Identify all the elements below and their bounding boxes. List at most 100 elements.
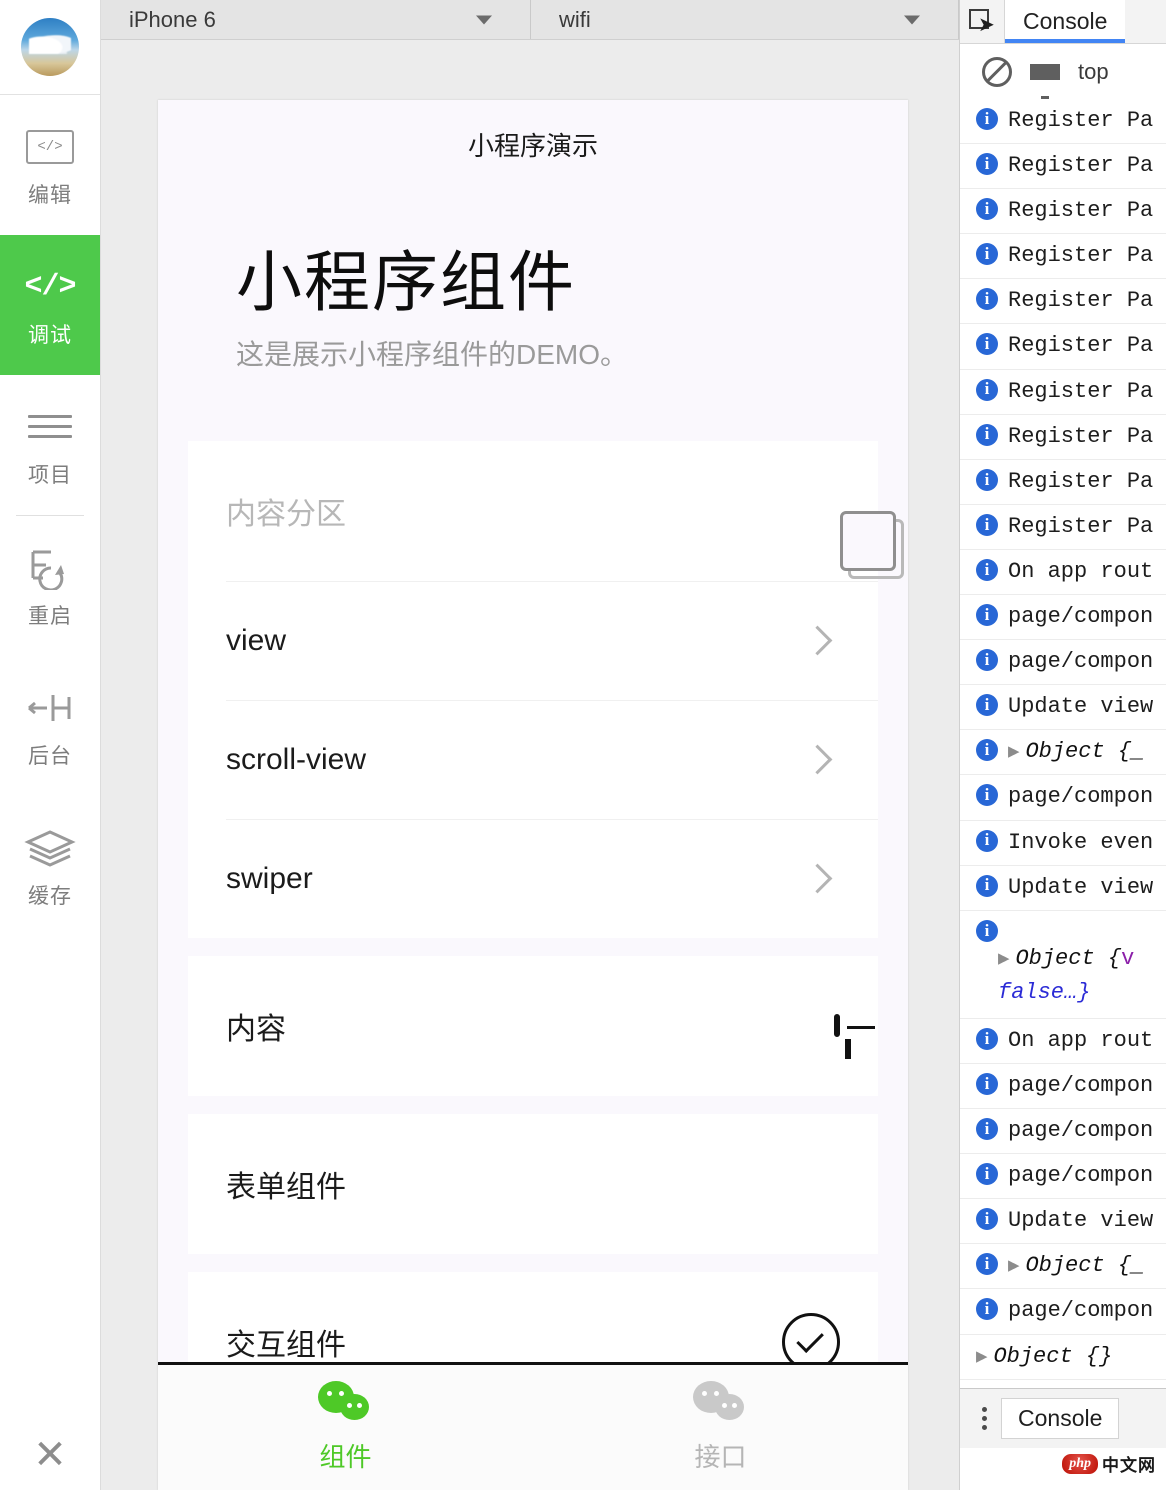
card-header[interactable]: 表单组件 [188,1114,878,1254]
card-header[interactable]: 内容分区 [188,441,878,581]
layers-icon [24,823,76,873]
console-log-entry[interactable]: i▶Object {_ [960,1244,1166,1289]
close-icon[interactable]: ✕ [0,1420,100,1490]
info-icon: i [976,604,998,626]
console-log-entry[interactable]: iUpdate view [960,866,1166,911]
console-log-text: Register Pa [1008,420,1153,454]
console-log-list[interactable]: i Register Pa i Register Pa i Register Pa i Reg… [960,99,1166,1414]
disclosure-triangle-icon[interactable]: ▶ [1008,741,1019,763]
clear-console-icon[interactable] [982,57,1012,87]
phone-tabbar: 组件 接口 [158,1362,908,1490]
card-header-label: 表单组件 [226,1162,346,1206]
info-icon: i [976,469,998,491]
code-icon: </> [24,262,75,312]
background-icon [25,683,75,733]
devtools-tabstrip: ➤ Console [960,0,1166,44]
info-icon: i [976,649,998,671]
tab-active-underline [1005,39,1125,43]
console-log-entry[interactable]: ipage/compon [960,640,1166,685]
network-select-value: wifi [531,7,591,33]
devtools-panel: ➤ Console top iRegister PaiRegister PaiR… [959,0,1166,1490]
console-log-entry[interactable]: ipage/compon [960,1289,1166,1334]
console-log-entry[interactable]: i Invoke even [960,821,1166,866]
console-log-entry[interactable]: iRegister Pa [960,189,1166,234]
sidebar-item-debug[interactable]: </> 调试 [0,235,100,375]
console-log-entry[interactable]: iUpdate view [960,685,1166,730]
console-log-text: ▶Object {_ [1008,1249,1144,1283]
console-log-entry[interactable]: iRegister Pa [960,415,1166,460]
phone-preview: 小程序演示 小程序组件 这是展示小程序组件的DEMO。 内容分区 view [158,100,908,1490]
console-log-text: Register Pa [1008,149,1153,183]
info-icon: i [976,198,998,220]
list-item[interactable]: scroll-view [188,701,878,819]
kebab-menu-icon[interactable] [982,1407,987,1430]
console-log-text: Register Pa [1008,329,1153,363]
console-log-entry[interactable]: iRegister Pa [960,505,1166,550]
chevron-down-icon [904,15,920,24]
list-item[interactable]: swiper [188,820,878,938]
chevron-right-icon [803,864,833,894]
list-item[interactable]: view [188,582,878,700]
console-log-entry[interactable]: iRegister Pa [960,460,1166,505]
sidebar-item-edit[interactable]: </> 编辑 [0,95,100,235]
info-icon: i [976,830,998,852]
console-log-entry[interactable]: iRegister Pa [960,99,1166,144]
console-log-text: Invoke even [1008,826,1153,860]
info-icon: i [976,694,998,716]
console-toolbar: top [960,44,1166,100]
console-log-entry[interactable]: ▶Object {} [960,1335,1166,1380]
console-log-text: page/compon [1008,600,1153,634]
console-log-entry[interactable]: i Register Pa [960,144,1166,189]
tab-console[interactable]: Console [1005,0,1125,43]
hero-section: 小程序组件 这是展示小程序组件的DEMO。 [158,188,908,413]
console-log-entry[interactable]: iOn app rout [960,1019,1166,1064]
sidebar-item-restart[interactable]: 重启 [0,516,100,656]
sidebar-item-backend[interactable]: 后台 [0,656,100,796]
console-log-entry[interactable]: ipage/compon [960,1154,1166,1199]
info-icon: i [976,288,998,310]
tab-components[interactable]: 组件 [158,1365,533,1490]
console-log-entry[interactable]: ipage/compon [960,1109,1166,1154]
console-log-entry[interactable]: iOn app rout [960,550,1166,595]
avatar-image [21,18,79,76]
wechat-bubbles-icon [318,1381,374,1427]
network-select[interactable]: wifi [531,0,959,39]
console-log-entry[interactable]: ipage/compon [960,1064,1166,1109]
list-item-label: scroll-view [226,743,366,777]
console-log-entry[interactable]: ipage/compon [960,775,1166,820]
info-icon: i [976,153,998,175]
console-log-entry[interactable]: iUpdate view [960,1199,1166,1244]
disclosure-triangle-icon[interactable]: ▶ [1008,1255,1019,1277]
card-header-label: 内容 [226,1004,286,1048]
sidebar-item-project[interactable]: 项目 [0,375,100,515]
devtool-window: </> 编辑 </> 调试 项目 重启 [0,0,1166,1490]
device-select[interactable]: iPhone 6 [101,0,531,39]
filter-icon[interactable] [1030,64,1060,80]
console-log-text: Update view [1008,1204,1153,1238]
card-header[interactable]: 内容 [188,956,878,1096]
console-log-entry[interactable]: i▶Object {vfalse…} [960,911,1166,1019]
console-log-entry[interactable]: iRegister Pa [960,370,1166,415]
console-log-text: page/compon [1008,1294,1153,1328]
sidebar-item-cache[interactable]: 缓存 [0,796,100,936]
info-icon: i [976,514,998,536]
info-icon: i [976,1073,998,1095]
disclosure-triangle-icon[interactable]: ▶ [976,1346,987,1368]
disclosure-triangle-icon[interactable]: ▶ [998,948,1009,970]
inspect-cursor-icon[interactable]: ➤ [960,0,1005,43]
card-header-label: 内容分区 [226,489,346,533]
console-log-entry[interactable]: i page/compon [960,595,1166,640]
console-log-entry[interactable]: i▶Object {_ [960,730,1166,775]
console-context-selector[interactable]: top [1078,59,1109,85]
sidebar-footer: ✕ [0,1420,100,1490]
console-log-entry[interactable]: iRegister Pa [960,324,1166,369]
list-item-label: swiper [226,862,313,896]
drawer-tab-console[interactable]: Console [1001,1398,1119,1439]
console-log-text: Register Pa [1008,104,1153,138]
sidebar-item-label: 缓存 [28,880,72,910]
tab-api[interactable]: 接口 [533,1365,908,1490]
console-log-entry[interactable]: iRegister Pa [960,279,1166,324]
console-log-entry[interactable]: iRegister Pa [960,234,1166,279]
info-icon: i [976,875,998,897]
avatar[interactable] [0,0,100,95]
